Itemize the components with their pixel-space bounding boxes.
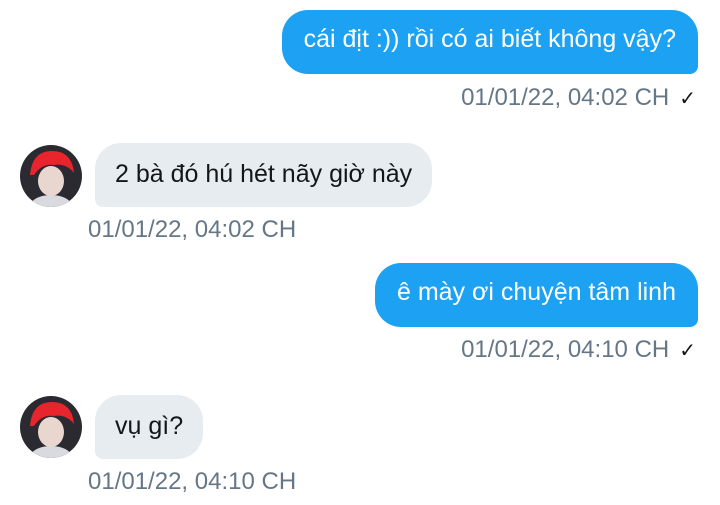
message-text: cái địt :)) rồi có ai biết không vậy?	[303, 25, 676, 53]
message-text: vụ gì?	[115, 412, 184, 440]
message-bubble-outgoing[interactable]: ê mày ơi chuyện tâm linh	[374, 263, 698, 327]
message-bubble-incoming[interactable]: vụ gì?	[95, 395, 204, 459]
message-bubble-outgoing[interactable]: cái địt :)) rồi có ai biết không vậy?	[281, 10, 698, 74]
checkmark-icon: ✓	[679, 88, 696, 110]
message-meta: 01/01/22, 04:10 CH	[88, 468, 296, 496]
message-text: 2 bà đó hú hét nãy giờ này	[115, 160, 413, 188]
message-timestamp: 01/01/22, 04:02 CH	[461, 84, 670, 111]
avatar-image	[20, 145, 82, 207]
message-meta: 01/01/22, 04:10 CH ✓	[461, 336, 696, 365]
message-timestamp: 01/01/22, 04:02 CH	[88, 216, 297, 243]
message-timestamp: 01/01/22, 04:10 CH	[461, 336, 670, 363]
message-meta: 01/01/22, 04:02 CH	[88, 216, 296, 244]
message-bubble-incoming[interactable]: 2 bà đó hú hét nãy giờ này	[95, 143, 433, 207]
message-timestamp: 01/01/22, 04:10 CH	[88, 468, 297, 495]
chat-thread: cái địt :)) rồi có ai biết không vậy? 01…	[0, 0, 720, 505]
avatar-image	[20, 396, 82, 458]
avatar[interactable]	[20, 396, 82, 458]
checkmark-icon: ✓	[679, 340, 696, 362]
message-text: ê mày ơi chuyện tâm linh	[396, 278, 676, 306]
message-meta: 01/01/22, 04:02 CH ✓	[461, 84, 696, 113]
avatar[interactable]	[20, 145, 82, 207]
